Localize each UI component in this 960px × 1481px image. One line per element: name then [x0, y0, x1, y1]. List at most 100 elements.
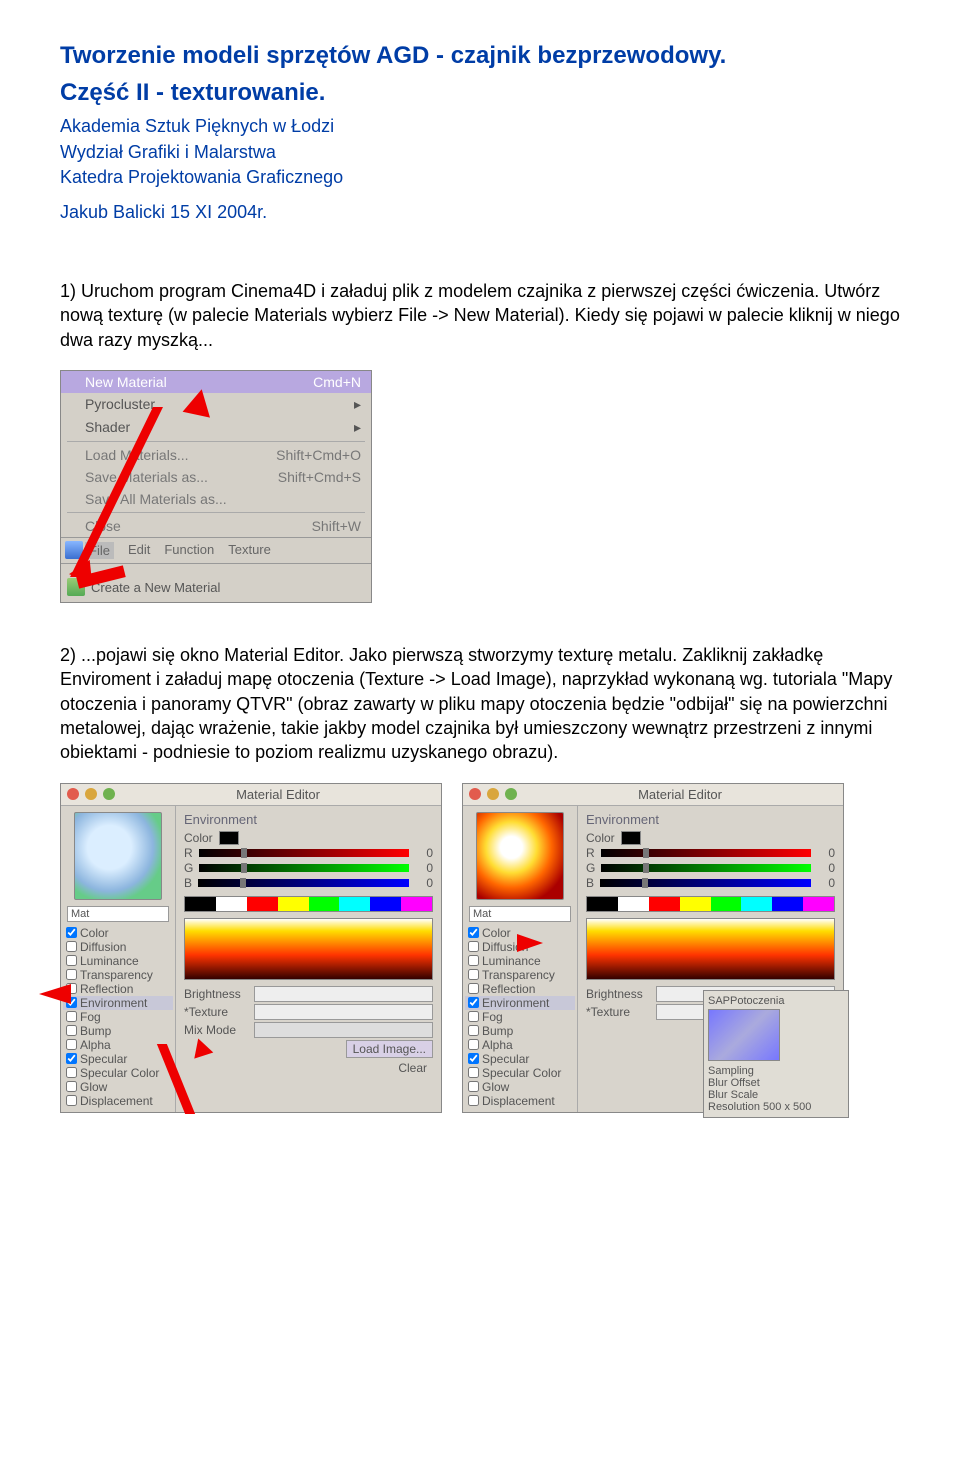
- status-text: Create a New Material: [91, 580, 220, 595]
- checkbox[interactable]: [468, 983, 479, 994]
- channel-bump[interactable]: Bump: [465, 1024, 575, 1038]
- g-slider[interactable]: [601, 864, 811, 872]
- channel-displacement[interactable]: Displacement: [63, 1094, 173, 1108]
- zoom-icon[interactable]: [505, 788, 517, 800]
- popup-item-clear[interactable]: Clear: [392, 1060, 433, 1076]
- texture-dropdown[interactable]: [254, 1004, 433, 1020]
- doc-title-line2: Część II - texturowanie.: [60, 77, 900, 108]
- channel-diffusion[interactable]: Diffusion: [63, 940, 173, 954]
- checkbox[interactable]: [66, 1039, 77, 1050]
- channel-bump[interactable]: Bump: [63, 1024, 173, 1038]
- checkbox[interactable]: [66, 955, 77, 966]
- color-swatch-row[interactable]: [586, 896, 835, 912]
- checkbox[interactable]: [66, 969, 77, 980]
- channel-environment[interactable]: Environment: [63, 996, 173, 1010]
- checkbox[interactable]: [66, 1095, 77, 1106]
- menu-label: New Material: [85, 374, 167, 390]
- channel-alpha[interactable]: Alpha: [465, 1038, 575, 1052]
- channel-specular-color[interactable]: Specular Color: [63, 1066, 173, 1080]
- checkbox[interactable]: [468, 1039, 479, 1050]
- checkbox[interactable]: [468, 1067, 479, 1078]
- g-slider[interactable]: [199, 864, 409, 872]
- b-label: B: [184, 876, 192, 890]
- checkbox[interactable]: [468, 955, 479, 966]
- r-slider[interactable]: [601, 849, 811, 857]
- checkbox[interactable]: [468, 1095, 479, 1106]
- window-titlebar: Material Editor: [463, 784, 843, 806]
- checkbox[interactable]: [66, 941, 77, 952]
- checkbox[interactable]: [468, 927, 479, 938]
- channel-environment[interactable]: Environment: [465, 996, 575, 1010]
- channel-luminance[interactable]: Luminance: [63, 954, 173, 968]
- channel-reflection[interactable]: Reflection: [465, 982, 575, 996]
- menu-item-new-material[interactable]: New Material Cmd+N: [61, 371, 371, 393]
- minimize-icon[interactable]: [487, 788, 499, 800]
- r-value: 0: [415, 846, 433, 860]
- checkbox[interactable]: [468, 1081, 479, 1092]
- checkbox[interactable]: [66, 1025, 77, 1036]
- brightness-label: Brightness: [586, 987, 650, 1001]
- channel-glow[interactable]: Glow: [63, 1080, 173, 1094]
- color-swatch[interactable]: [219, 831, 239, 845]
- color-swatch[interactable]: [621, 831, 641, 845]
- palette-menubar: File Edit Function Texture: [61, 537, 371, 563]
- material-preview[interactable]: [476, 812, 564, 900]
- checkbox[interactable]: [468, 997, 479, 1008]
- checkbox[interactable]: [468, 1025, 479, 1036]
- material-name-field[interactable]: Mat: [67, 906, 169, 922]
- checkbox[interactable]: [468, 1053, 479, 1064]
- menu-item-pyrocluster[interactable]: Pyrocluster ▸: [61, 393, 371, 416]
- zoom-icon[interactable]: [103, 788, 115, 800]
- doc-title-line1: Tworzenie modeli sprzętów AGD - czajnik …: [60, 40, 900, 71]
- channel-reflection[interactable]: Reflection: [63, 982, 173, 996]
- menubar-function[interactable]: Function: [164, 542, 214, 559]
- channel-fog[interactable]: Fog: [63, 1010, 173, 1024]
- close-icon[interactable]: [67, 788, 79, 800]
- paragraph-2: 2) ...pojawi się okno Material Editor. J…: [60, 643, 900, 764]
- channel-specular-color[interactable]: Specular Color: [465, 1066, 575, 1080]
- menu-item-save-materials-as[interactable]: Save Materials as... Shift+Cmd+S: [61, 466, 371, 488]
- menu-item-shader[interactable]: Shader ▸: [61, 416, 371, 439]
- channel-transparency[interactable]: Transparency: [465, 968, 575, 982]
- sub-blur-offset[interactable]: Blur Offset: [708, 1077, 844, 1089]
- minimize-icon[interactable]: [85, 788, 97, 800]
- material-preview[interactable]: [74, 812, 162, 900]
- channel-transparency[interactable]: Transparency: [63, 968, 173, 982]
- channel-color[interactable]: Color: [63, 926, 173, 940]
- channel-specular[interactable]: Specular: [63, 1052, 173, 1066]
- submenu-arrow-icon: ▸: [354, 419, 361, 436]
- checkbox[interactable]: [66, 1081, 77, 1092]
- channel-specular[interactable]: Specular: [465, 1052, 575, 1066]
- channel-luminance[interactable]: Luminance: [465, 954, 575, 968]
- menubar-texture[interactable]: Texture: [228, 542, 271, 559]
- close-icon[interactable]: [469, 788, 481, 800]
- checkbox[interactable]: [66, 1011, 77, 1022]
- checkbox[interactable]: [468, 941, 479, 952]
- color-swatch-row[interactable]: [184, 896, 433, 912]
- sub-sampling[interactable]: Sampling: [708, 1065, 844, 1077]
- b-slider[interactable]: [198, 879, 409, 887]
- checkbox[interactable]: [66, 1053, 77, 1064]
- material-name-field[interactable]: Mat: [469, 906, 571, 922]
- checkbox[interactable]: [66, 1067, 77, 1078]
- brightness-field[interactable]: [254, 986, 433, 1002]
- channel-fog[interactable]: Fog: [465, 1010, 575, 1024]
- sub-title: SAPPotoczenia: [708, 995, 844, 1007]
- checkbox[interactable]: [468, 1011, 479, 1022]
- gradient-preview: [586, 918, 835, 980]
- b-value: 0: [415, 876, 433, 890]
- menubar-edit[interactable]: Edit: [128, 542, 150, 559]
- b-slider[interactable]: [600, 879, 811, 887]
- doc-header-l3: Katedra Projektowania Graficznego: [60, 165, 900, 190]
- channel-displacement[interactable]: Displacement: [465, 1094, 575, 1108]
- menu-item-load-materials[interactable]: Load Materials... Shift+Cmd+O: [61, 444, 371, 466]
- texture-thumb[interactable]: [708, 1009, 780, 1061]
- checkbox[interactable]: [66, 927, 77, 938]
- checkbox[interactable]: [468, 969, 479, 980]
- r-slider[interactable]: [199, 849, 409, 857]
- menu-shortcut: Shift+Cmd+O: [276, 447, 361, 463]
- mixmode-popup[interactable]: [254, 1022, 433, 1038]
- popup-item-load-image[interactable]: Load Image...: [346, 1040, 433, 1058]
- sub-blur-scale[interactable]: Blur Scale: [708, 1089, 844, 1101]
- channel-glow[interactable]: Glow: [465, 1080, 575, 1094]
